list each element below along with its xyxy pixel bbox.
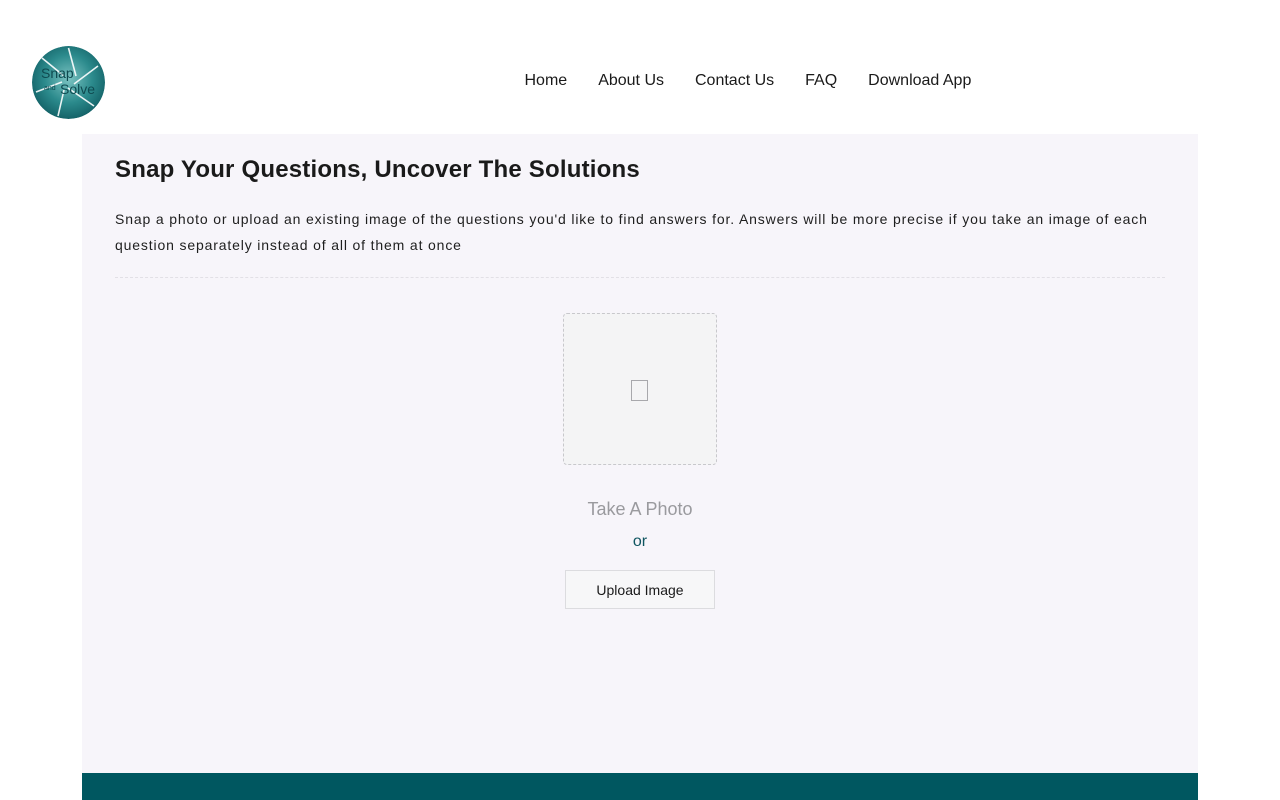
or-separator: or — [632, 533, 648, 550]
section-divider — [115, 277, 1165, 278]
nav-download-app[interactable]: Download App — [853, 71, 987, 91]
main-content: Snap Your Questions, Uncover The Solutio… — [82, 134, 1198, 773]
nav-contact-us[interactable]: Contact Us — [680, 71, 790, 91]
nav-about-us[interactable]: About Us — [583, 71, 680, 91]
upload-image-button[interactable]: Upload Image — [565, 570, 715, 609]
page-title: Snap Your Questions, Uncover The Solutio… — [115, 156, 640, 183]
image-placeholder-icon — [631, 380, 648, 401]
image-dropzone[interactable] — [563, 313, 717, 465]
nav-home[interactable]: Home — [509, 71, 583, 91]
snap-and-solve-logo[interactable]: Snap and Solve — [32, 46, 105, 119]
logo-text-and: and — [44, 85, 56, 92]
nav-faq[interactable]: FAQ — [790, 71, 853, 91]
take-photo-link[interactable]: Take A Photo — [82, 498, 1198, 520]
site-header: Snap and Solve Home About Us Contact Us … — [0, 0, 1280, 134]
main-nav: Home About Us Contact Us FAQ Download Ap… — [509, 71, 987, 91]
site-footer — [82, 773, 1198, 800]
logo-text-snap: Snap — [41, 65, 74, 81]
logo-text-solve: Solve — [60, 81, 95, 97]
page-description: Snap a photo or upload an existing image… — [115, 211, 1148, 253]
